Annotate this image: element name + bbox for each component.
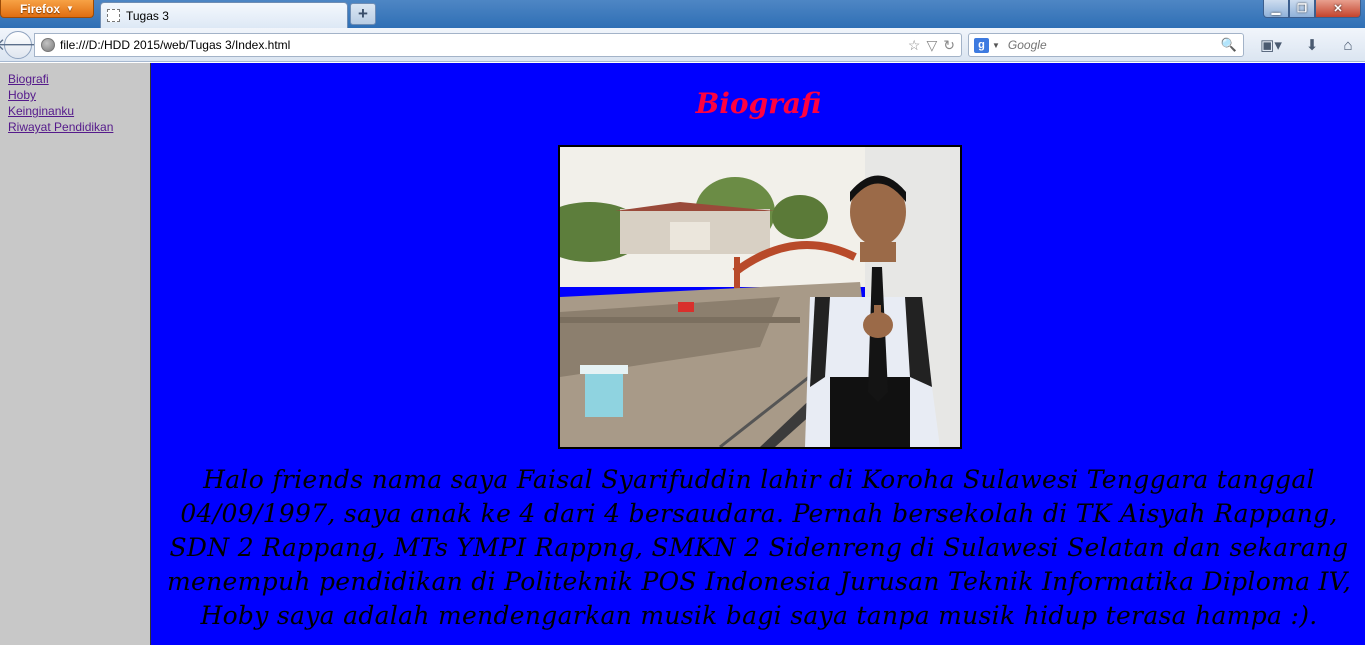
navigation-toolbar: 🡐 file:///D:/HDD 2015/web/Tugas 3/Index.… — [0, 28, 1365, 62]
bookmarks-button[interactable]: ▣▾ — [1254, 34, 1288, 56]
title-bar: Firefox ▼ Tugas 3 + ▁ ❐ ✕ — [0, 0, 1365, 28]
close-button[interactable]: ✕ — [1315, 0, 1361, 18]
chevron-down-icon: ▼ — [66, 4, 74, 13]
search-icon[interactable]: 🔍 — [1221, 37, 1237, 53]
minimize-icon: ▁ — [1271, 3, 1281, 15]
tab-title: Tugas 3 — [126, 8, 169, 23]
profile-photo — [558, 145, 962, 449]
home-icon: ⌂ — [1343, 36, 1353, 54]
url-bar[interactable]: file:///D:/HDD 2015/web/Tugas 3/Index.ht… — [34, 33, 962, 57]
page-title: Biografi — [695, 87, 822, 120]
new-tab-button[interactable]: + — [350, 3, 376, 25]
page-icon — [107, 9, 120, 22]
sidebar-link-hoby[interactable]: Hoby — [8, 87, 150, 103]
downloads-button[interactable]: ⬇ — [1300, 34, 1324, 56]
history-dropdown-icon[interactable]: ▽ — [926, 37, 937, 54]
home-button[interactable]: ⌂ — [1336, 34, 1360, 56]
back-button[interactable]: 🡐 — [0, 31, 41, 59]
biography-text: Halo friends nama saya Faisal Syarifuddi… — [167, 465, 1351, 630]
main-content: Biografi Halo friends nama saya Faisal S… — [150, 63, 1365, 645]
globe-icon — [41, 38, 55, 52]
firefox-menu-label: Firefox — [20, 1, 61, 16]
url-bar-actions: ☆ ▽ ↻ — [908, 37, 955, 54]
sidebar-link-biografi[interactable]: Biografi — [8, 71, 150, 87]
search-input[interactable] — [1007, 38, 1221, 52]
sidebar-link-keinginanku[interactable]: Keinginanku — [8, 103, 150, 119]
url-text[interactable]: file:///D:/HDD 2015/web/Tugas 3/Index.ht… — [60, 38, 908, 52]
close-icon: ✕ — [1333, 3, 1343, 15]
download-arrow-icon: ⬇ — [1305, 37, 1319, 54]
reload-icon[interactable]: ↻ — [943, 37, 955, 54]
tab-tugas-3[interactable]: Tugas 3 — [100, 2, 348, 28]
search-bar[interactable]: g ▼ 🔍 — [968, 33, 1244, 57]
chevron-down-icon[interactable]: ▼ — [992, 41, 1000, 50]
firefox-menu-button[interactable]: Firefox ▼ — [0, 0, 94, 18]
bookmarks-icon: ▣▾ — [1260, 37, 1282, 54]
page-viewport: Biografi Hoby Keinginanku Riwayat Pendid… — [0, 63, 1365, 645]
restore-button[interactable]: ❐ — [1289, 0, 1315, 18]
google-engine-icon[interactable]: g — [974, 37, 989, 53]
window-controls: ▁ ❐ ✕ — [1263, 0, 1361, 18]
bookmark-star-icon[interactable]: ☆ — [908, 37, 921, 54]
sidebar-link-riwayat-pendidikan[interactable]: Riwayat Pendidikan — [8, 119, 150, 135]
sidebar-nav: Biografi Hoby Keinginanku Riwayat Pendid… — [0, 63, 150, 645]
minimize-button[interactable]: ▁ — [1263, 0, 1289, 18]
restore-icon: ❐ — [1297, 3, 1307, 15]
